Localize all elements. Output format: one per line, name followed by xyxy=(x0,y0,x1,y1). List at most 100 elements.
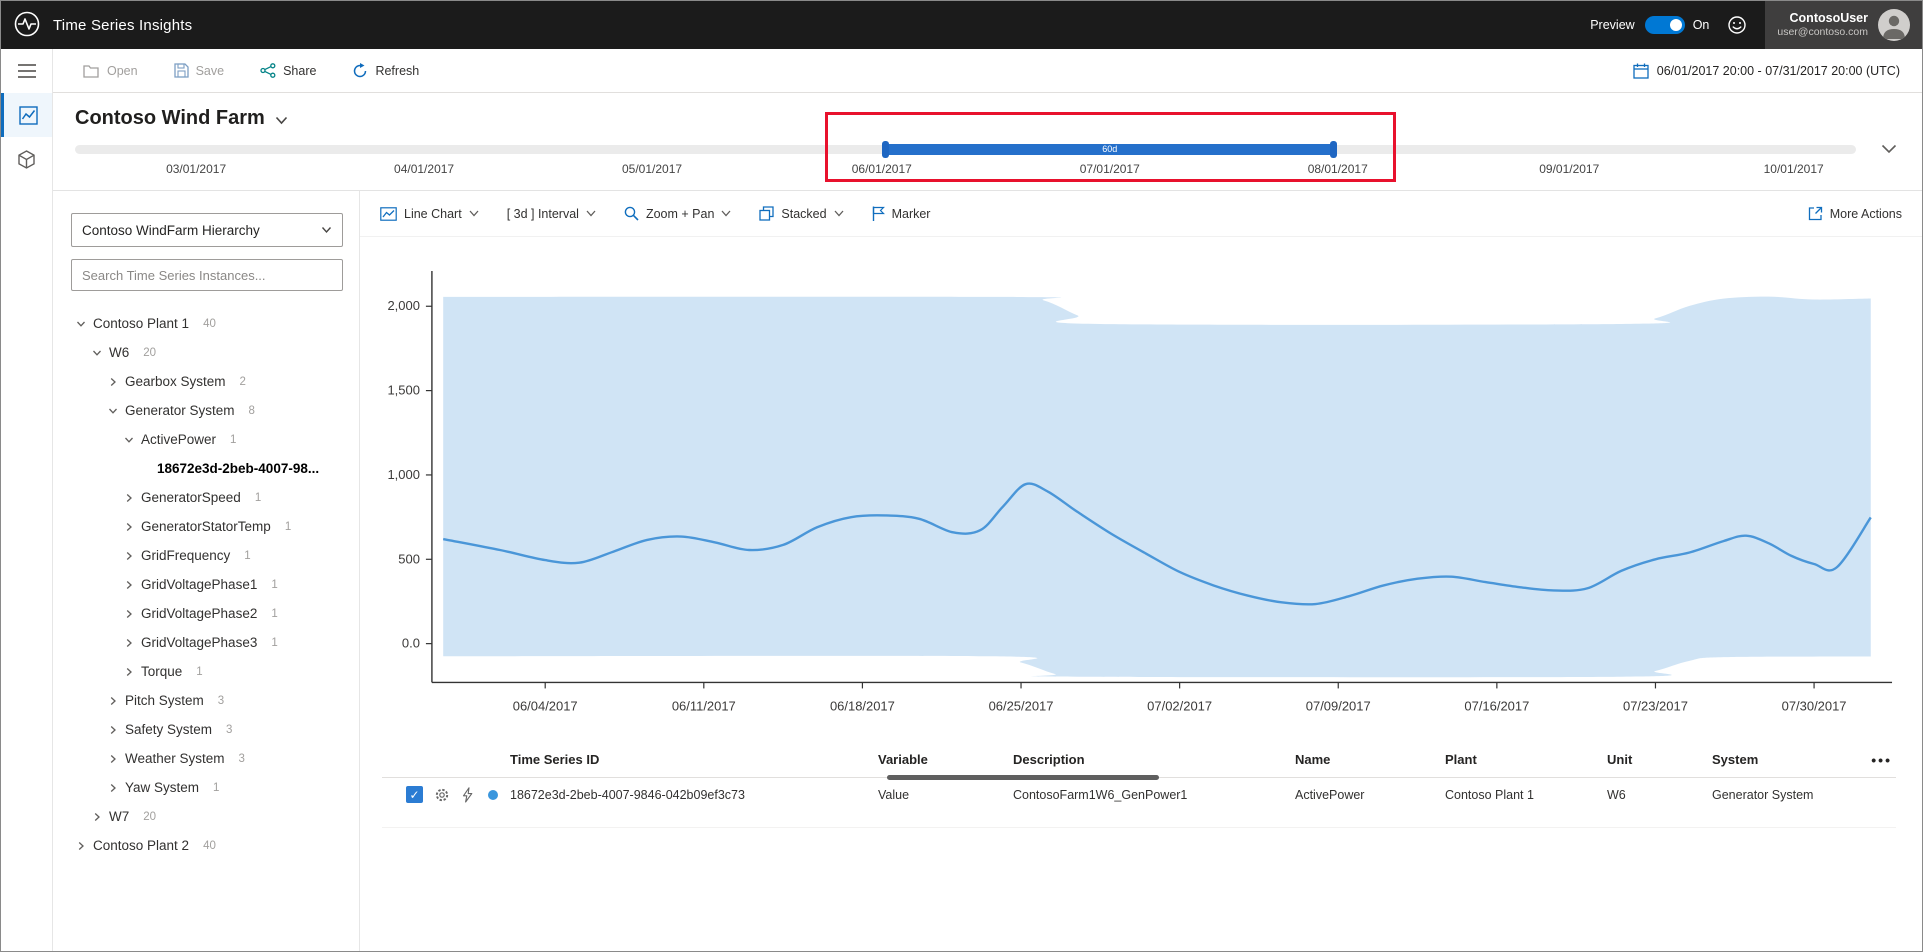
preview-toggle[interactable] xyxy=(1644,16,1685,34)
line-chart-icon xyxy=(380,206,397,221)
tree-item-gridfrequency[interactable]: GridFrequency 1 xyxy=(71,541,343,570)
chevron-right-icon[interactable] xyxy=(107,377,118,387)
chevron-down-icon[interactable] xyxy=(75,319,86,329)
tree-item-label: Weather System xyxy=(125,751,225,766)
tree-item-w6[interactable]: W6 20 xyxy=(71,338,343,367)
timeline-handle-left[interactable] xyxy=(882,141,890,158)
tree-item-gridvoltagephase2[interactable]: GridVoltagePhase2 1 xyxy=(71,599,343,628)
chevron-right-icon[interactable] xyxy=(91,812,102,822)
table-row[interactable]: ✓ 18672e3d-2beb-4007-9846-042b09ef3c73 Val… xyxy=(382,778,1896,829)
zoom-pan-button[interactable]: Zoom + Pan xyxy=(624,206,731,221)
tree-item-count: 1 xyxy=(271,607,278,620)
date-range-picker[interactable]: 06/01/2017 20:00 - 07/31/2017 20:00 (UTC… xyxy=(1633,63,1900,79)
tree-item-safety-system[interactable]: Safety System 3 xyxy=(71,715,343,744)
chevron-down-icon[interactable] xyxy=(123,435,134,445)
tree-item-label: Gearbox System xyxy=(125,374,226,389)
calendar-icon xyxy=(1633,63,1649,79)
tree-item-pitch-system[interactable]: Pitch System 3 xyxy=(71,686,343,715)
table-scrollbar-thumb[interactable] xyxy=(887,775,1159,781)
tree-item-label: GeneratorSpeed xyxy=(141,490,241,505)
tree-item-contoso-plant-2[interactable]: Contoso Plant 2 40 xyxy=(71,831,343,860)
chevron-right-icon[interactable] xyxy=(123,493,134,503)
table-more-button[interactable]: ••• xyxy=(1871,752,1896,768)
availability-timeline[interactable]: 60d 03/01/2017 04/01/2017 05/01/2017 06/01/… xyxy=(75,112,1856,186)
tree-item-label: W7 xyxy=(109,809,130,824)
chevron-right-icon[interactable] xyxy=(107,725,118,735)
tree-item-yaw-system[interactable]: Yaw System 1 xyxy=(71,773,343,802)
tree-item-weather-system[interactable]: Weather System 3 xyxy=(71,744,343,773)
search-input[interactable] xyxy=(71,259,343,291)
chart-type-button[interactable]: Line Chart xyxy=(380,207,479,221)
marker-button[interactable]: Marker xyxy=(872,206,930,221)
chevron-down-icon[interactable] xyxy=(107,406,118,416)
title-chevron-down-icon[interactable] xyxy=(275,116,288,125)
series-table: Time Series ID Variable Description Name Pla… xyxy=(382,742,1896,829)
timeline-date-label: 05/01/2017 xyxy=(622,162,683,176)
open-button-label: Open xyxy=(107,63,138,78)
lightning-icon[interactable] xyxy=(461,787,477,803)
save-button[interactable]: Save xyxy=(173,63,224,78)
tree-item-torque[interactable]: Torque 1 xyxy=(71,657,343,686)
tree-item-w7[interactable]: W7 20 xyxy=(71,802,343,831)
chevron-right-icon[interactable] xyxy=(75,841,86,851)
x-tick-label: 07/02/2017 xyxy=(1147,698,1212,713)
series-settings-gear-icon[interactable] xyxy=(434,787,450,803)
tree-item-generatorspeed[interactable]: GeneratorSpeed 1 xyxy=(71,483,343,512)
chevron-right-icon[interactable] xyxy=(123,609,134,619)
tree-item-count: 1 xyxy=(271,578,278,591)
tree-item-activepower[interactable]: ActivePower 1 xyxy=(71,425,343,454)
timeline-expand-chevron-icon[interactable] xyxy=(1856,136,1922,186)
chevron-down-icon[interactable] xyxy=(91,348,102,358)
chevron-right-icon[interactable] xyxy=(123,580,134,590)
tree-item-count: 3 xyxy=(226,723,233,736)
account-menu[interactable]: ContosoUser user@contoso.com xyxy=(1765,1,1922,49)
tree-item-label: W6 xyxy=(109,345,130,360)
chevron-right-icon[interactable] xyxy=(107,696,118,706)
feedback-smiley-icon[interactable] xyxy=(1727,15,1747,35)
x-tick-label: 06/18/2017 xyxy=(830,698,895,713)
line-chart[interactable]: 2,000 1,500 1,000 500 0.0 06/04/2017 06/11/201… xyxy=(360,241,1922,740)
hamburger-menu-icon[interactable] xyxy=(1,49,52,93)
timeline-handle-right[interactable] xyxy=(1330,141,1338,158)
chevron-right-icon[interactable] xyxy=(123,522,134,532)
tree-item-count: 3 xyxy=(238,752,245,765)
table-header-description: Description xyxy=(1013,752,1085,768)
tree-item-18672e3d-2beb-4007-98[interactable]: 18672e3d-2beb-4007-98... xyxy=(71,454,343,483)
chevron-right-icon[interactable] xyxy=(107,783,118,793)
interval-button[interactable]: [ 3d ] Interval xyxy=(507,207,596,221)
tree-item-gridvoltagephase1[interactable]: GridVoltagePhase1 1 xyxy=(71,570,343,599)
chevron-right-icon[interactable] xyxy=(123,638,134,648)
chevron-right-icon[interactable] xyxy=(123,667,134,677)
magnifier-icon xyxy=(624,206,639,221)
chart-type-label: Line Chart xyxy=(404,206,462,221)
refresh-button[interactable]: Refresh xyxy=(352,62,419,79)
tree-item-count: 1 xyxy=(196,665,203,678)
tsi-logo-icon[interactable] xyxy=(13,10,41,41)
chevron-right-icon[interactable] xyxy=(123,551,134,561)
stacked-button[interactable]: Stacked xyxy=(759,206,844,221)
tree-item-generatorstatortemp[interactable]: GeneratorStatorTemp 1 xyxy=(71,512,343,541)
app-title: Time Series Insights xyxy=(53,16,193,34)
tree-item-label: GridFrequency xyxy=(141,548,231,563)
hierarchy-selector[interactable]: Contoso WindFarm Hierarchy xyxy=(71,213,343,247)
stacked-layers-icon xyxy=(759,206,775,221)
y-tick-label: 2,000 xyxy=(387,298,419,313)
tree-item-count: 20 xyxy=(143,810,157,823)
timeline-selection[interactable]: 60d xyxy=(882,141,1338,158)
timeline-date-label: 07/01/2017 xyxy=(1079,162,1140,176)
row-checkbox[interactable]: ✓ xyxy=(406,786,423,804)
tree-item-contoso-plant-1[interactable]: Contoso Plant 1 40 xyxy=(71,309,343,338)
rail-analyze-chart-icon[interactable] xyxy=(1,93,52,137)
tree-item-label: GridVoltagePhase2 xyxy=(141,606,258,621)
rail-model-icon[interactable] xyxy=(1,137,52,181)
table-header-name: Name xyxy=(1295,752,1331,768)
share-button[interactable]: Share xyxy=(260,63,316,78)
timeline-selection-label: 60d xyxy=(1102,144,1118,154)
tree-item-gridvoltagephase3[interactable]: GridVoltagePhase3 1 xyxy=(71,628,343,657)
table-header-system: System xyxy=(1712,752,1759,768)
chevron-right-icon[interactable] xyxy=(107,754,118,764)
tree-item-generator-system[interactable]: Generator System 8 xyxy=(71,396,343,425)
open-button[interactable]: Open xyxy=(83,64,138,78)
tree-item-gearbox-system[interactable]: Gearbox System 2 xyxy=(71,367,343,396)
more-actions-button[interactable]: More Actions xyxy=(1808,206,1902,221)
